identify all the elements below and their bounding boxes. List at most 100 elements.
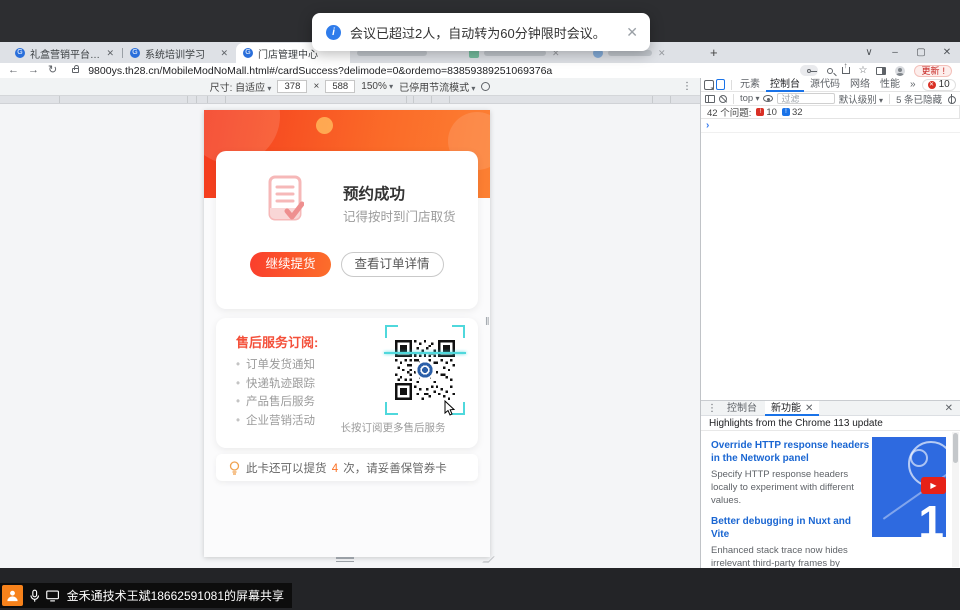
- drawer-menu-icon[interactable]: ⋮: [705, 403, 719, 414]
- clear-console-icon[interactable]: [719, 95, 727, 103]
- tab-training[interactable]: G 系统培训学习 ✕: [123, 43, 236, 63]
- maximize-button[interactable]: ▢: [908, 47, 934, 58]
- share-icon[interactable]: [842, 67, 850, 74]
- throttle-select[interactable]: 已停用节流模式: [399, 79, 475, 94]
- subscribe-card: 售后服务订阅: •订单发货通知 •快递轨迹跟踪 •产品售后服务 •企业营销活动: [216, 318, 478, 448]
- decor-circle: [316, 117, 333, 134]
- media-query-bar[interactable]: [0, 96, 700, 104]
- more-tabs-icon[interactable]: »: [906, 78, 920, 92]
- js-context-select[interactable]: top: [740, 93, 759, 104]
- issues-bar[interactable]: 42 个问题: ! 10 ! 32: [701, 106, 960, 119]
- bullet-icon: •: [236, 378, 240, 390]
- dimensions-select[interactable]: 尺寸: 自适应: [210, 79, 272, 94]
- drawer-tab-close-icon[interactable]: ✕: [805, 401, 813, 416]
- reload-button[interactable]: ↻: [48, 65, 57, 76]
- bookmark-star-icon[interactable]: ☆: [859, 65, 868, 76]
- devtools-tab-console[interactable]: 控制台: [766, 78, 804, 92]
- scrollbar-thumb[interactable]: [953, 433, 958, 463]
- chrome-update-button[interactable]: 更新 !: [914, 65, 952, 77]
- console-prompt[interactable]: ›: [701, 119, 960, 133]
- minimize-button[interactable]: –: [882, 47, 908, 58]
- drawer-tab-console[interactable]: 控制台: [721, 401, 763, 416]
- lightbulb-icon: [229, 461, 240, 475]
- tab-close-icon[interactable]: ✕: [105, 48, 115, 59]
- separator: [889, 94, 890, 104]
- devtools-panel: 元素 控制台 源代码 网络 性能 » ✕ 10 ⋮ ✕: [700, 78, 960, 568]
- error-counter[interactable]: ✕ 10: [922, 79, 956, 91]
- tab-close-icon[interactable]: ✕: [219, 48, 229, 59]
- close-window-button[interactable]: ✕: [934, 47, 960, 58]
- devtools-tab-performance[interactable]: 性能: [876, 78, 904, 92]
- update-alert-icon: !: [942, 66, 945, 76]
- rotate-icon[interactable]: [481, 82, 490, 91]
- log-level-select[interactable]: 默认级别: [839, 92, 883, 106]
- browser-toolbar: ← → ↻ 9800ys.th28.cn/MobileModNoMall.htm…: [0, 63, 960, 78]
- window-controls: ∨ – ▢ ✕: [856, 42, 960, 63]
- qr-code-image: [395, 335, 455, 405]
- live-expression-eye-icon[interactable]: [763, 95, 773, 102]
- continue-pickup-button[interactable]: 继续提货: [250, 252, 330, 277]
- device-height-input[interactable]: [325, 80, 355, 93]
- zoom-select[interactable]: 150%: [361, 81, 393, 92]
- success-title: 预约成功: [343, 182, 405, 204]
- info-icon: i: [326, 25, 341, 40]
- error-count: 10: [939, 79, 950, 90]
- remaining-count: 4: [330, 463, 340, 475]
- whatsnew-header: Highlights from the Chrome 113 update: [701, 416, 960, 431]
- device-toolbar-menu-icon[interactable]: ⋮: [682, 81, 692, 92]
- list-item: •企业营销活动: [236, 412, 315, 431]
- device-toolbar-toggle-icon[interactable]: [716, 79, 725, 90]
- url-bar[interactable]: 9800ys.th28.cn/MobileModNoMall.html#/car…: [88, 65, 790, 77]
- desktop-background: 金禾通技术王斌18662591081的屏幕共享: [0, 568, 960, 610]
- device-width-input[interactable]: [277, 80, 307, 93]
- lock-icon[interactable]: [72, 68, 79, 73]
- version-number: 1: [918, 499, 944, 537]
- view-order-button[interactable]: 查看订单详情: [341, 252, 444, 277]
- device-resize-handle-right[interactable]: ‖: [485, 316, 489, 328]
- chrome-113-video-thumbnail[interactable]: ▶ 1: [872, 437, 946, 537]
- share-status-text: 金禾通技术王斌18662591081的屏幕共享: [67, 587, 284, 604]
- toast-close-icon[interactable]: ✕: [626, 24, 638, 41]
- tab-gift-admin[interactable]: G 礼盒营销平台管理中心 ✕: [8, 43, 122, 63]
- site-favicon: G: [15, 48, 25, 58]
- side-panel-icon[interactable]: [876, 67, 886, 75]
- page-pane: 尺寸: 自适应 × 150% 已停用节流模式 ⋮: [0, 78, 700, 568]
- forward-button[interactable]: →: [28, 65, 39, 76]
- device-resize-handle-bottom[interactable]: [336, 557, 354, 564]
- drawer-scrollbar[interactable]: [952, 432, 959, 567]
- qr-scan-line: [384, 352, 466, 354]
- whatsnew-link-override-headers[interactable]: Override HTTP response headers in the Ne…: [711, 439, 871, 465]
- order-success-icon: [268, 175, 304, 223]
- play-button-icon[interactable]: ▶: [921, 477, 946, 494]
- toast-message: 会议已超过2人，自动转为60分钟限时会议。: [350, 23, 617, 42]
- site-favicon: G: [130, 48, 140, 58]
- screen-share-bar: 金禾通技术王斌18662591081的屏幕共享: [0, 583, 292, 608]
- drawer-close-icon[interactable]: ✕: [942, 403, 956, 414]
- zoom-icon[interactable]: [827, 68, 833, 74]
- back-button[interactable]: ←: [8, 65, 19, 76]
- success-card: 预约成功 记得按时到门店取货 继续提货 查看订单详情: [216, 151, 478, 309]
- whatsnew-link-nuxt-vite[interactable]: Better debugging in Nuxt and Vite: [711, 515, 871, 541]
- console-settings-gear-icon[interactable]: [946, 94, 956, 104]
- device-resize-handle-corner[interactable]: [482, 556, 495, 562]
- console-filter-input[interactable]: [777, 93, 834, 104]
- drawer-tab-whatsnew[interactable]: 新功能 ✕: [765, 401, 819, 416]
- whatsnew-text: Specify HTTP response headers locally to…: [711, 469, 871, 507]
- inspect-element-icon[interactable]: [704, 80, 714, 90]
- tab-close-icon[interactable]: ✕: [657, 48, 667, 59]
- list-item: •产品售后服务: [236, 393, 315, 412]
- devtools-tab-elements[interactable]: 元素: [736, 78, 764, 92]
- tab-search-icon[interactable]: ∨: [856, 47, 882, 58]
- profile-avatar[interactable]: [895, 66, 905, 76]
- issues-info-badge: ! 32: [782, 107, 803, 118]
- viewport-background: 预约成功 记得按时到门店取货 继续提货 查看订单详情 售后服务订阅: •订单发货…: [0, 104, 700, 568]
- new-tab-button[interactable]: +: [710, 45, 718, 60]
- bullet-icon: •: [236, 415, 240, 427]
- devtools-tab-sources[interactable]: 源代码: [806, 78, 844, 92]
- issues-error-badge: ! 10: [756, 107, 777, 118]
- tab-title: 礼盒营销平台管理中心: [30, 46, 100, 61]
- times-label: ×: [313, 81, 319, 92]
- devtools-tab-network[interactable]: 网络: [846, 78, 874, 92]
- password-manager-icon[interactable]: [800, 65, 818, 76]
- console-sidebar-icon[interactable]: [705, 95, 715, 103]
